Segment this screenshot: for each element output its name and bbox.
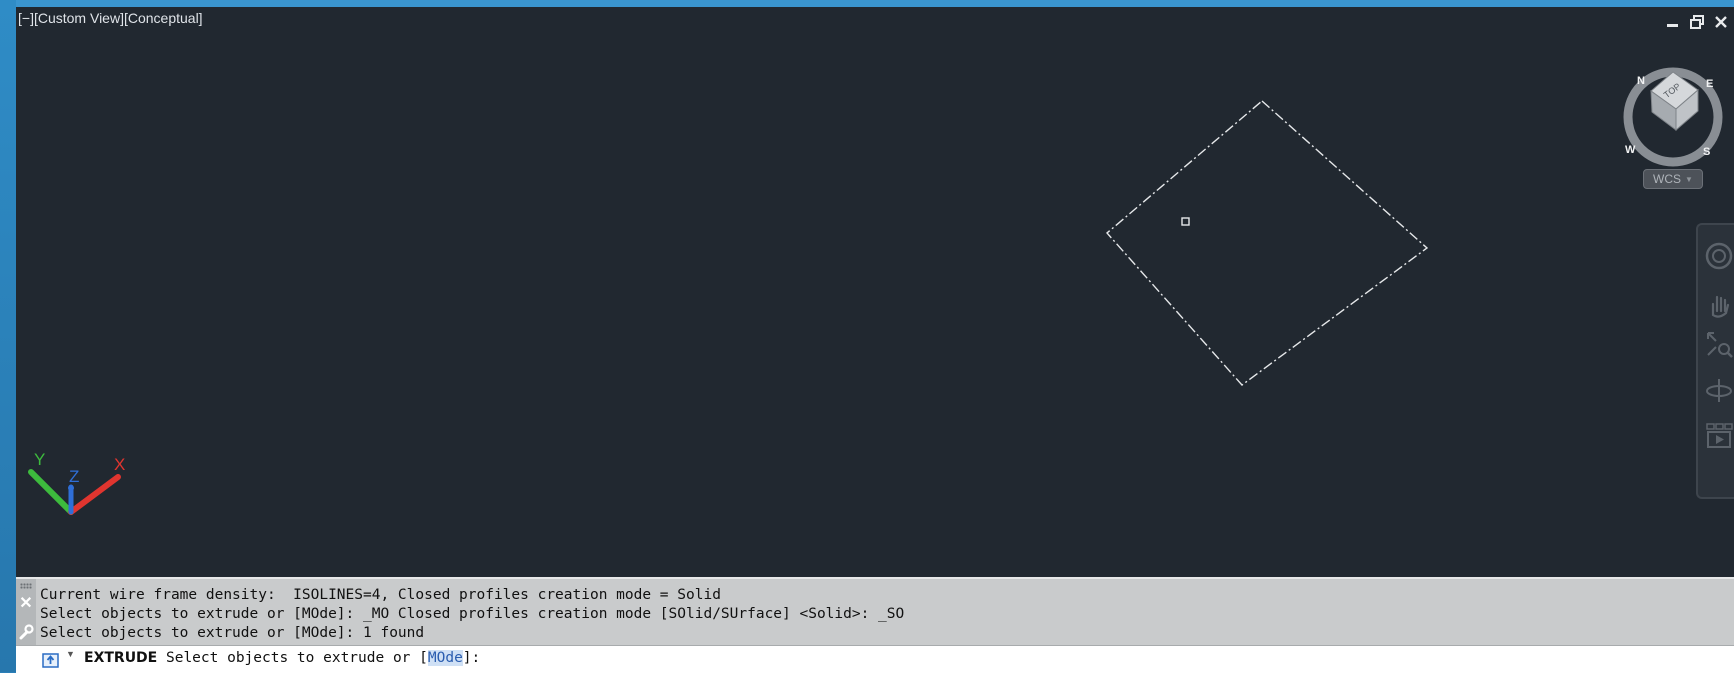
viewcube[interactable]: TOP N E S W: [1618, 62, 1728, 172]
ucs-x-label: X: [114, 455, 125, 474]
compass-n[interactable]: N: [1637, 75, 1645, 87]
ucs-z-label: Z: [69, 467, 79, 486]
left-desktop-edge: [0, 0, 16, 672]
command-prompt: EXTRUDE Select objects to extrude or [MO…: [84, 650, 480, 666]
viewcube-cube[interactable]: [1650, 71, 1699, 132]
pan-hand-icon[interactable]: [1704, 291, 1734, 321]
active-command: EXTRUDE: [84, 650, 158, 666]
history-line: Select objects to extrude or [MOde]: 1 f…: [40, 625, 425, 641]
command-history: ✕ Current wire frame density: ISOLINES=4…: [16, 577, 1734, 647]
wcs-label: WCS: [1653, 172, 1682, 186]
prompt-end: ]:: [462, 650, 481, 666]
drag-handle-icon[interactable]: [20, 583, 32, 589]
command-line-grip[interactable]: ✕: [16, 579, 36, 647]
drawing-viewport[interactable]: [−][Custom View][Conceptual] Y Z X TOP N…: [16, 7, 1734, 577]
close-icon[interactable]: ✕: [18, 596, 34, 612]
compass-s[interactable]: S: [1703, 146, 1710, 158]
navigation-bar: [1696, 223, 1734, 499]
wcs-menu-button[interactable]: WCS ▼: [1643, 169, 1703, 189]
zoom-extents-icon[interactable]: [1704, 329, 1734, 359]
command-history-lines: Current wire frame density: ISOLINES=4, …: [40, 586, 904, 643]
showmotion-icon[interactable]: [1704, 421, 1734, 451]
pickbox-cursor: [1181, 217, 1190, 226]
extrude-command-icon[interactable]: [42, 651, 60, 669]
compass-w[interactable]: W: [1625, 144, 1636, 156]
model-space: Y Z X: [28, 100, 1429, 515]
mode-option[interactable]: MOde: [427, 650, 463, 666]
rectangle-profile[interactable]: [1106, 100, 1429, 386]
compass-e[interactable]: E: [1706, 78, 1713, 90]
chevron-down-icon[interactable]: ▼: [66, 649, 75, 659]
wrench-icon[interactable]: [18, 624, 34, 640]
steering-wheel-icon[interactable]: [1704, 241, 1734, 271]
orbit-icon[interactable]: [1704, 375, 1734, 405]
prompt-text: Select objects to extrude or [: [157, 650, 428, 666]
history-line: Select objects to extrude or [MOde]: _MO…: [40, 606, 905, 622]
history-line: Current wire frame density: ISOLINES=4, …: [40, 587, 721, 603]
command-input[interactable]: ▼ EXTRUDE Select objects to extrude or […: [16, 645, 1734, 673]
ucs-y-label: Y: [34, 450, 45, 469]
chevron-down-icon: ▼: [1685, 174, 1693, 184]
window-top-edge: [0, 0, 1734, 7]
